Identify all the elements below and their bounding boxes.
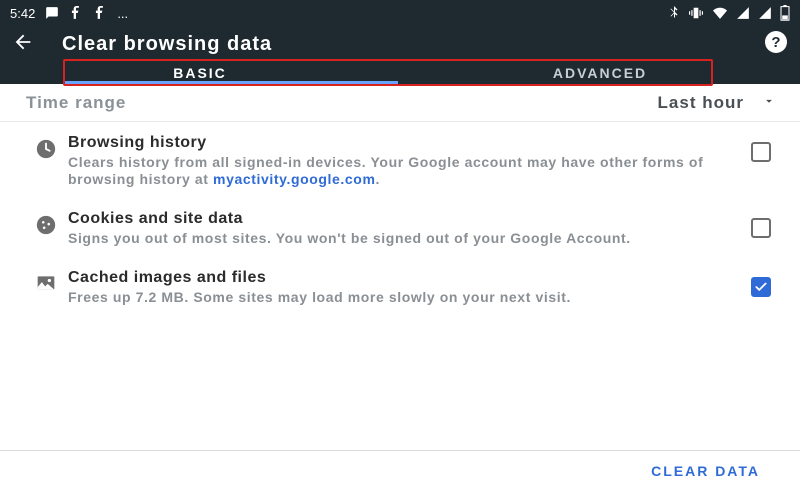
app-bar: Clear browsing data ? <box>0 26 800 62</box>
wifi-icon <box>712 6 728 20</box>
tab-basic[interactable]: BASIC <box>0 65 400 81</box>
facebook-icon <box>69 6 83 20</box>
dropdown-icon <box>762 93 776 113</box>
image-icon <box>24 269 68 293</box>
time-range-value: Last hour <box>658 93 744 113</box>
tab-advanced[interactable]: ADVANCED <box>400 65 800 81</box>
option-description: Frees up 7.2 MB. Some sites may load mor… <box>68 289 728 306</box>
option-title: Cookies and site data <box>68 210 728 228</box>
battery-icon <box>780 5 790 21</box>
option-title: Cached images and files <box>68 269 728 287</box>
facebook-icon <box>93 6 107 20</box>
signal-icon <box>758 6 772 20</box>
history-icon <box>24 134 68 160</box>
help-icon[interactable]: ? <box>764 30 788 59</box>
tab-bar: BASIC ADVANCED <box>0 62 800 84</box>
option-description: Clears history from all signed-in device… <box>68 154 728 188</box>
option-description: Signs you out of most sites. You won't b… <box>68 230 728 247</box>
option-cache[interactable]: Cached images and files Frees up 7.2 MB.… <box>0 257 800 316</box>
bluetooth-icon <box>668 6 680 20</box>
clear-data-button[interactable]: CLEAR DATA <box>651 463 760 479</box>
checkbox-cache[interactable] <box>751 277 771 297</box>
option-cookies[interactable]: Cookies and site data Signs you out of m… <box>0 198 800 257</box>
back-icon[interactable] <box>12 31 34 58</box>
svg-text:?: ? <box>771 34 780 51</box>
status-time: 5:42 <box>10 6 35 21</box>
vibrate-icon <box>688 6 704 20</box>
page-title: Clear browsing data <box>62 33 272 56</box>
signal-icon <box>736 6 750 20</box>
checkbox-browsing-history[interactable] <box>751 142 771 162</box>
options-list: Browsing history Clears history from all… <box>0 122 800 316</box>
option-title: Browsing history <box>68 134 728 152</box>
option-browsing-history[interactable]: Browsing history Clears history from all… <box>0 122 800 198</box>
myactivity-link[interactable]: myactivity.google.com <box>213 171 376 187</box>
cookie-icon <box>24 210 68 236</box>
time-range-row[interactable]: Time range Last hour <box>0 84 800 122</box>
checkbox-cookies[interactable] <box>751 218 771 238</box>
tab-indicator <box>63 81 398 84</box>
bottom-bar: CLEAR DATA <box>0 450 800 490</box>
status-bar: 5:42 ... <box>0 0 800 26</box>
time-range-label: Time range <box>26 93 126 113</box>
status-more: ... <box>117 6 128 21</box>
chat-icon <box>45 6 59 20</box>
